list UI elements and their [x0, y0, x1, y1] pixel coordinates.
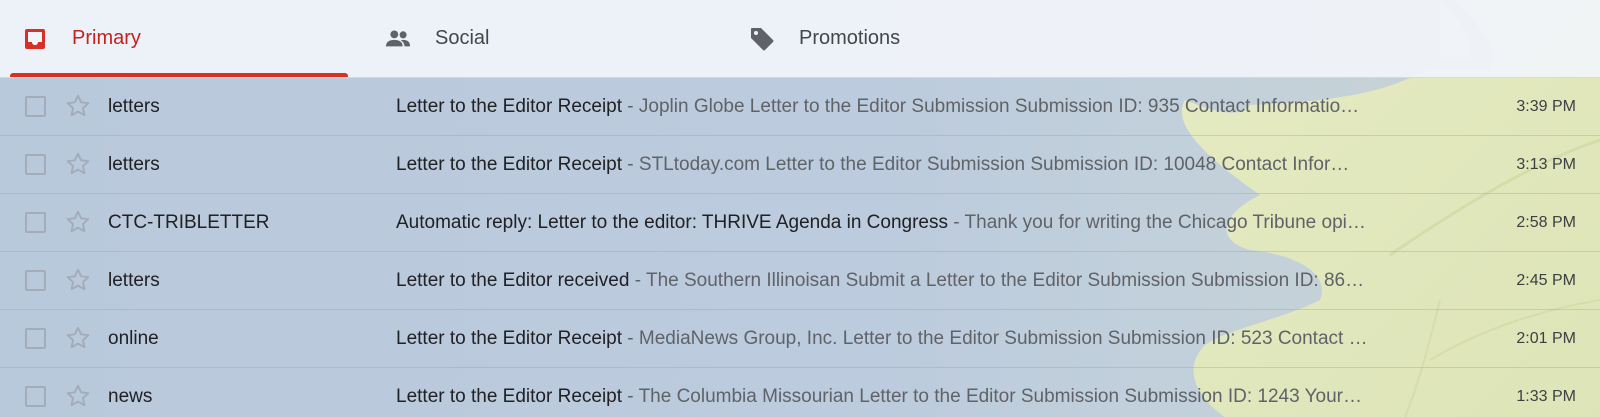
- email-preview[interactable]: Letter to the Editor Receipt - Joplin Gl…: [396, 78, 1441, 135]
- email-subject: Letter to the Editor received: [396, 270, 630, 291]
- star-icon[interactable]: [65, 151, 91, 177]
- email-snippet: Thank you for writing the Chicago Tribun…: [964, 212, 1366, 233]
- tab-promotions[interactable]: Promotions: [749, 0, 1079, 77]
- email-snippet: MediaNews Group, Inc. Letter to the Edit…: [638, 328, 1368, 349]
- email-row[interactable]: news Letter to the Editor Receipt - The …: [0, 368, 1600, 417]
- email-preview[interactable]: Automatic reply: Letter to the editor: T…: [396, 194, 1441, 251]
- email-preview[interactable]: Letter to the Editor received - The Sout…: [396, 252, 1441, 309]
- email-row[interactable]: letters Letter to the Editor Receipt - J…: [0, 78, 1600, 136]
- tab-social[interactable]: Social: [385, 0, 715, 77]
- email-row[interactable]: letters Letter to the Editor Receipt - S…: [0, 136, 1600, 194]
- people-icon: [385, 26, 411, 52]
- email-time: 1:33 PM: [1516, 388, 1576, 405]
- sender-name: online: [108, 328, 159, 349]
- email-subject: Letter to the Editor Receipt: [396, 328, 623, 349]
- email-time: 3:39 PM: [1516, 98, 1576, 115]
- email-snippet: The Southern Illinoisan Submit a Letter …: [645, 270, 1365, 291]
- select-checkbox[interactable]: [25, 212, 46, 233]
- tab-label: Primary: [72, 27, 141, 49]
- email-preview[interactable]: Letter to the Editor Receipt - MediaNews…: [396, 310, 1441, 367]
- select-checkbox[interactable]: [25, 328, 46, 349]
- subject-separator: -: [622, 154, 639, 175]
- subject-separator: -: [622, 96, 639, 117]
- email-time: 2:45 PM: [1516, 272, 1576, 289]
- select-checkbox[interactable]: [25, 386, 46, 407]
- email-preview[interactable]: Letter to the Editor Receipt - STLtoday.…: [396, 136, 1441, 193]
- email-subject: Letter to the Editor Receipt: [396, 154, 623, 175]
- email-snippet: The Columbia Missourian Letter to the Ed…: [638, 386, 1362, 407]
- star-icon[interactable]: [65, 325, 91, 351]
- email-snippet: STLtoday.com Letter to the Editor Submis…: [638, 154, 1350, 175]
- email-time: 2:58 PM: [1516, 214, 1576, 231]
- star-icon[interactable]: [65, 93, 91, 119]
- email-subject: Automatic reply: Letter to the editor: T…: [396, 212, 948, 233]
- email-subject: Letter to the Editor Receipt: [396, 96, 623, 117]
- sender-name: letters: [108, 270, 160, 291]
- select-checkbox[interactable]: [25, 270, 46, 291]
- subject-separator: -: [629, 270, 646, 291]
- subject-separator: -: [622, 386, 639, 407]
- sender-name: CTC-TRIBLETTER: [108, 212, 270, 233]
- subject-separator: -: [622, 328, 639, 349]
- tab-label: Social: [435, 27, 490, 49]
- star-icon[interactable]: [65, 383, 91, 409]
- tab-primary[interactable]: Primary: [22, 0, 352, 77]
- select-checkbox[interactable]: [25, 96, 46, 117]
- sender-name: letters: [108, 96, 160, 117]
- email-snippet: Joplin Globe Letter to the Editor Submis…: [638, 96, 1360, 117]
- active-tab-indicator: [10, 73, 348, 77]
- email-row[interactable]: letters Letter to the Editor received - …: [0, 252, 1600, 310]
- tag-icon: [749, 26, 775, 52]
- sender-name: letters: [108, 154, 160, 175]
- tab-label: Promotions: [799, 27, 901, 49]
- inbox-icon: [22, 26, 48, 52]
- email-subject: Letter to the Editor Receipt: [396, 386, 623, 407]
- subject-separator: -: [948, 212, 965, 233]
- select-checkbox[interactable]: [25, 154, 46, 175]
- gmail-inbox: Primary Social Promotions letters Letter…: [0, 0, 1600, 417]
- email-time: 2:01 PM: [1516, 330, 1576, 347]
- email-time: 3:13 PM: [1516, 156, 1576, 173]
- email-row[interactable]: CTC-TRIBLETTER Automatic reply: Letter t…: [0, 194, 1600, 252]
- email-preview[interactable]: Letter to the Editor Receipt - The Colum…: [396, 368, 1441, 417]
- email-row[interactable]: online Letter to the Editor Receipt - Me…: [0, 310, 1600, 368]
- category-tabs: Primary Social Promotions: [0, 0, 1600, 78]
- star-icon[interactable]: [65, 209, 91, 235]
- star-icon[interactable]: [65, 267, 91, 293]
- email-list: letters Letter to the Editor Receipt - J…: [0, 78, 1600, 417]
- sender-name: news: [108, 386, 153, 407]
